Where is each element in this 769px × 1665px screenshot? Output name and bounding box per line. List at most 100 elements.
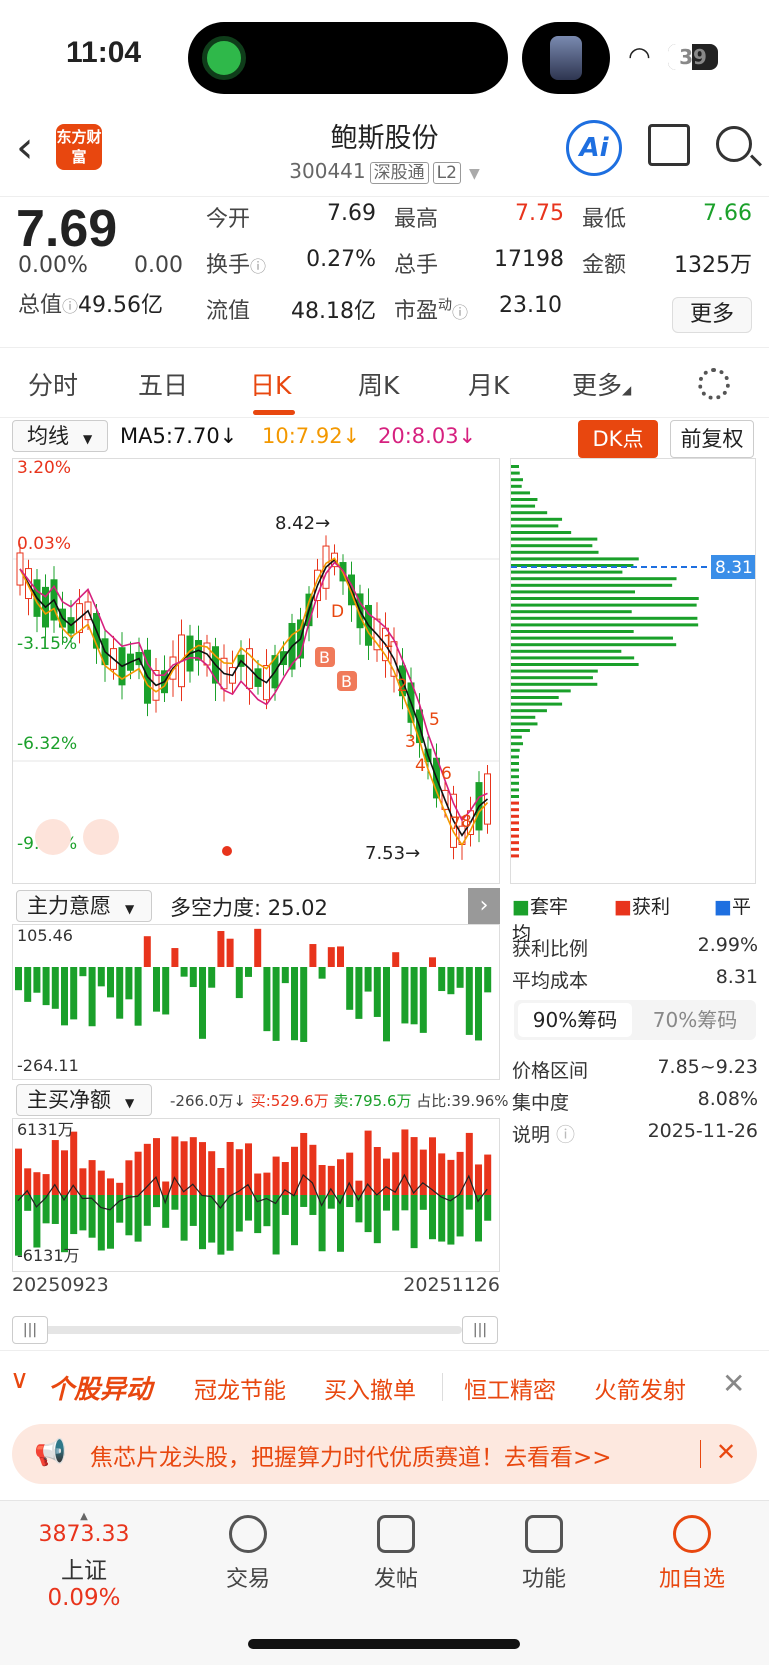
close-icon[interactable]: ✕ [722,1367,745,1400]
more-quote-button[interactable]: 更多 [672,297,752,333]
range-scroller[interactable]: ||| ||| [12,1316,500,1344]
float-value: 48.18亿 [291,299,376,324]
indicator1-bar [383,967,390,1042]
chip-bar [511,847,519,851]
close-banner-icon[interactable]: ✕ [716,1438,736,1466]
chip-bar [511,854,519,858]
signal-marker: 2 [397,676,408,696]
quote-panel: 7.69 0.00% 0.00 总值ⓘ49.56亿 今开 7.69 最高 7.7… [0,196,769,348]
status-bar: 11:04 ◠ 39 [0,0,769,110]
ma10-line [19,557,489,847]
left-handle[interactable]: ||| [12,1316,48,1344]
nav-post[interactable]: 发帖 [346,1515,446,1593]
promo-banner[interactable]: 📢 焦芯片龙头股，把握算力时代优质赛道！去看看>> ✕ [12,1424,757,1484]
share-icon[interactable] [648,124,690,166]
indicator1-bar [327,947,335,967]
chevron-down-icon[interactable]: ∨ [10,1365,29,1395]
search-icon[interactable] [716,126,752,162]
tab-chip-90[interactable]: 90%筹码 [518,1003,632,1037]
sell-bar [97,1195,105,1251]
high-marker: 8.42→ [275,513,330,534]
trade-icon [229,1515,267,1553]
indicator-select[interactable]: 均线 ▼ [12,420,108,452]
megaphone-icon: 📢 [34,1438,67,1468]
indicator1-chart: 105.46 -264.11 [12,924,500,1080]
indicator1-bar [79,967,87,977]
sell-bar [79,1195,87,1231]
buy-bar [235,1149,243,1195]
gear-icon[interactable] [698,368,730,400]
buy-bar [401,1129,409,1195]
chip-bar [511,643,677,647]
tab-monthly-k[interactable]: 月K [468,366,509,402]
tab-intraday[interactable]: 分时 [28,366,78,402]
sell-bar [383,1195,390,1211]
tab-weekly-k[interactable]: 周K [358,366,399,402]
sell-bar [291,1195,298,1246]
expand-panel-icon[interactable]: › [468,888,500,924]
index-name: 上证 [61,1558,107,1584]
chip-bar [511,775,519,779]
chip-bar [511,768,519,772]
buy-bar [300,1132,308,1195]
adjust-button[interactable]: 前复权 [670,420,754,458]
index-pct: 0.09% [47,1585,121,1611]
note-row[interactable]: 说明 ⓘ 2025-11-26 [512,1120,758,1147]
alert-item[interactable]: 火箭发射 [594,1371,686,1405]
low-label: 最低 [582,207,627,232]
buy-bar [226,1141,234,1195]
buy-bar [61,1150,68,1195]
chip-bar [511,557,639,561]
chip-bar [511,465,519,468]
sell-bar [24,1195,32,1211]
buy-bar [245,1143,252,1195]
indicator1-bar [300,967,308,1042]
nav-add-watchlist[interactable]: 加自选 [642,1515,742,1593]
chip-bar [511,715,536,719]
scroll-track[interactable] [42,1326,462,1334]
indicator1-bar [475,967,482,1041]
signal-marker: 6 [441,764,452,784]
ma20-value: 20:8.03↓ [378,424,477,448]
buy-bar [263,1172,271,1195]
ma20-line [19,561,488,822]
indicator1-select[interactable]: 主力意愿 ▼ [16,890,152,922]
right-handle[interactable]: ||| [462,1316,498,1344]
legend-trapped: ■套牢 [512,896,568,918]
indicator1-bar [199,967,206,1039]
sell-bar [208,1195,216,1243]
battery-icon: 39 [668,44,718,70]
profit-ratio-row: 获利比例 2.99% [512,934,758,960]
alert-item[interactable]: 冠龙节能 [194,1371,286,1405]
alert-item[interactable]: 恒工精密 [464,1371,556,1405]
sell-bar [419,1195,427,1210]
nav-function[interactable]: 功能 [494,1515,594,1593]
dk-point-button[interactable]: DK点 [578,420,658,458]
alert-title: 个股异动 [48,1375,153,1405]
indicator2-select[interactable]: 主买净额 ▼ [16,1084,152,1116]
sell-bar [153,1195,160,1208]
ai-button[interactable]: Ai [566,120,622,176]
buy-bar [438,1153,446,1195]
indicator1-bar [245,967,252,977]
index-widget[interactable]: ▲ 3873.33 上证 0.09% [24,1511,144,1611]
tab-chip-70[interactable]: 70%筹码 [638,1003,752,1037]
tab-five-day[interactable]: 五日 [138,366,188,402]
indicator1-bar [281,967,289,984]
alert-item[interactable]: 买入撤单 [324,1371,416,1405]
chip-bar [511,841,519,845]
last-price: 7.69 [16,200,118,258]
buy-bar [125,1160,133,1195]
tab-daily-k[interactable]: 日K [250,366,291,402]
volume-value: 17198 [494,247,564,272]
sell-bar [484,1195,492,1221]
candlestick-chart[interactable]: 3.20%0.03%-3.15%-6.32%-9.49%8.42→7.53→12… [12,458,500,884]
chip-bar [511,702,563,706]
battery-level: 39 [679,45,707,69]
buy-bar [383,1158,390,1195]
sell-bar [300,1195,308,1207]
nav-trade[interactable]: 交易 [198,1515,298,1593]
media-thumbnail [550,36,582,80]
tab-more[interactable]: 更多◢ [572,366,631,402]
buy-bar [116,1182,124,1195]
